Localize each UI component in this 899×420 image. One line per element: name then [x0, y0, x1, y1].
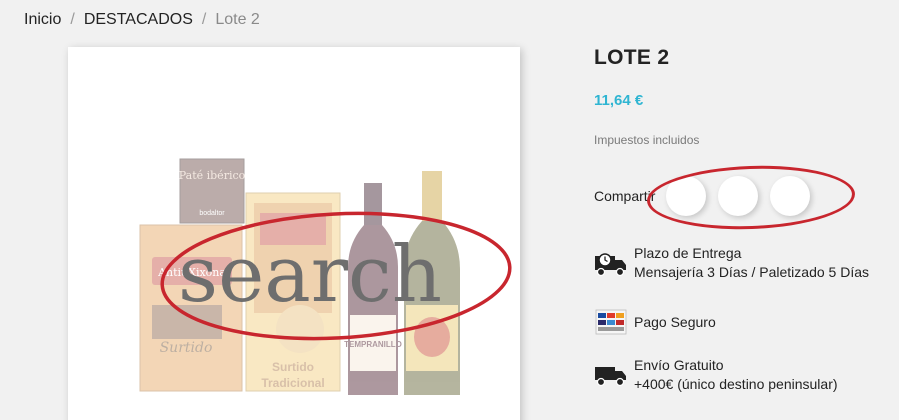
reassurance-delivery: Plazo de Entrega Mensajería 3 Días / Pal… — [594, 244, 869, 282]
delivery-title: Plazo de Entrega — [634, 245, 742, 261]
breadcrumb-current: Lote 2 — [215, 11, 260, 28]
share-pinterest-button[interactable] — [770, 176, 810, 216]
share-facebook-button[interactable] — [666, 176, 706, 216]
reassurance-payment: Pago Seguro — [594, 305, 716, 339]
breadcrumb: Inicio / DESTACADOS / Lote 2 — [24, 11, 260, 29]
breadcrumb-separator: / — [201, 11, 207, 28]
delivery-truck-clock-icon — [594, 246, 628, 280]
product-photo: Paté ibérico bodaltor AntiuXixona Surtid… — [139, 158, 512, 395]
shipping-title: Envío Gratuito — [634, 357, 724, 373]
breadcrumb-category-link[interactable]: DESTACADOS — [84, 11, 193, 29]
shipping-truck-icon — [594, 358, 628, 392]
product-title: LOTE 2 — [594, 46, 670, 69]
breadcrumb-home-link[interactable]: Inicio — [24, 11, 61, 29]
tin-label-2: Tradicional — [261, 376, 324, 390]
delivery-detail: Mensajería 3 Días / Paletizado 5 Días — [634, 264, 870, 280]
search-overlay-text: search — [178, 230, 442, 320]
product-price: 11,64 € — [594, 92, 644, 109]
pate-label: Paté ibérico — [179, 169, 246, 182]
pate-brand: bodaltor — [199, 210, 225, 217]
share-buttons — [666, 176, 822, 216]
payment-cards-icon — [594, 305, 628, 339]
payment-title: Pago Seguro — [634, 313, 716, 330]
social-share: Compartir — [594, 176, 810, 216]
reassurance-shipping: Envío Gratuito +400€ (único destino peni… — [594, 356, 838, 394]
tax-note: Impuestos incluidos — [594, 133, 700, 147]
breadcrumb-separator: / — [70, 11, 75, 28]
product-image[interactable]: Paté ibérico bodaltor AntiuXixona Surtid… — [68, 47, 520, 420]
pate-box: Paté ibérico bodaltor — [179, 158, 246, 224]
shipping-detail: +400€ (único destino peninsular) — [634, 376, 838, 392]
share-twitter-button[interactable] — [718, 176, 758, 216]
share-label: Compartir — [594, 188, 656, 204]
tin-label-1: Surtido — [272, 360, 314, 374]
wine-label: TEMPRANILLO — [344, 340, 402, 349]
box-script: Surtido — [160, 340, 213, 356]
